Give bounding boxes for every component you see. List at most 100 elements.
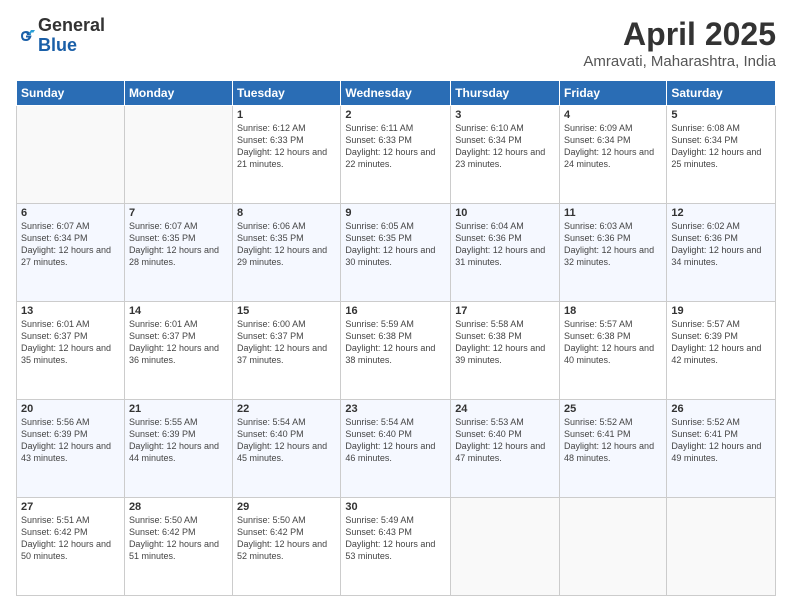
table-row: 8Sunrise: 6:06 AM Sunset: 6:35 PM Daylig…: [233, 204, 341, 302]
table-row: 15Sunrise: 6:00 AM Sunset: 6:37 PM Dayli…: [233, 302, 341, 400]
day-info: Sunrise: 6:03 AM Sunset: 6:36 PM Dayligh…: [564, 220, 662, 269]
table-row: 12Sunrise: 6:02 AM Sunset: 6:36 PM Dayli…: [667, 204, 776, 302]
header: General Blue April 2025 Amravati, Mahara…: [16, 16, 776, 70]
table-row: 20Sunrise: 5:56 AM Sunset: 6:39 PM Dayli…: [17, 400, 125, 498]
table-row: 18Sunrise: 5:57 AM Sunset: 6:38 PM Dayli…: [560, 302, 667, 400]
day-info: Sunrise: 5:56 AM Sunset: 6:39 PM Dayligh…: [21, 416, 120, 465]
table-row: 1Sunrise: 6:12 AM Sunset: 6:33 PM Daylig…: [233, 106, 341, 204]
title-block: April 2025 Amravati, Maharashtra, India: [583, 16, 776, 70]
day-number: 16: [345, 305, 446, 317]
day-number: 18: [564, 305, 662, 317]
day-number: 12: [671, 207, 771, 219]
day-info: Sunrise: 5:59 AM Sunset: 6:38 PM Dayligh…: [345, 318, 446, 367]
table-row: 13Sunrise: 6:01 AM Sunset: 6:37 PM Dayli…: [17, 302, 125, 400]
table-row: [667, 498, 776, 596]
logo-text: General Blue: [38, 16, 105, 56]
logo-blue: Blue: [38, 35, 77, 55]
table-row: [451, 498, 560, 596]
day-info: Sunrise: 5:57 AM Sunset: 6:39 PM Dayligh…: [671, 318, 771, 367]
day-info: Sunrise: 6:10 AM Sunset: 6:34 PM Dayligh…: [455, 122, 555, 171]
day-info: Sunrise: 5:54 AM Sunset: 6:40 PM Dayligh…: [237, 416, 336, 465]
day-info: Sunrise: 5:54 AM Sunset: 6:40 PM Dayligh…: [345, 416, 446, 465]
table-row: 4Sunrise: 6:09 AM Sunset: 6:34 PM Daylig…: [560, 106, 667, 204]
table-row: [17, 106, 125, 204]
week-row-1: 1Sunrise: 6:12 AM Sunset: 6:33 PM Daylig…: [17, 106, 776, 204]
col-friday: Friday: [560, 81, 667, 106]
day-info: Sunrise: 5:55 AM Sunset: 6:39 PM Dayligh…: [129, 416, 228, 465]
day-number: 3: [455, 109, 555, 121]
day-number: 19: [671, 305, 771, 317]
title-month: April 2025: [583, 16, 776, 53]
week-row-5: 27Sunrise: 5:51 AM Sunset: 6:42 PM Dayli…: [17, 498, 776, 596]
col-wednesday: Wednesday: [341, 81, 451, 106]
day-info: Sunrise: 5:51 AM Sunset: 6:42 PM Dayligh…: [21, 514, 120, 563]
table-row: 27Sunrise: 5:51 AM Sunset: 6:42 PM Dayli…: [17, 498, 125, 596]
col-thursday: Thursday: [451, 81, 560, 106]
title-location: Amravati, Maharashtra, India: [583, 53, 776, 70]
table-row: 22Sunrise: 5:54 AM Sunset: 6:40 PM Dayli…: [233, 400, 341, 498]
day-number: 8: [237, 207, 336, 219]
day-number: 13: [21, 305, 120, 317]
table-row: 21Sunrise: 5:55 AM Sunset: 6:39 PM Dayli…: [124, 400, 232, 498]
col-monday: Monday: [124, 81, 232, 106]
day-number: 27: [21, 501, 120, 513]
day-info: Sunrise: 6:00 AM Sunset: 6:37 PM Dayligh…: [237, 318, 336, 367]
table-row: [124, 106, 232, 204]
logo-icon: [16, 26, 36, 46]
day-info: Sunrise: 6:12 AM Sunset: 6:33 PM Dayligh…: [237, 122, 336, 171]
table-row: 10Sunrise: 6:04 AM Sunset: 6:36 PM Dayli…: [451, 204, 560, 302]
day-info: Sunrise: 6:01 AM Sunset: 6:37 PM Dayligh…: [129, 318, 228, 367]
logo: General Blue: [16, 16, 105, 56]
day-number: 7: [129, 207, 228, 219]
day-number: 28: [129, 501, 228, 513]
logo-general: General: [38, 15, 105, 35]
day-info: Sunrise: 6:07 AM Sunset: 6:34 PM Dayligh…: [21, 220, 120, 269]
table-row: 25Sunrise: 5:52 AM Sunset: 6:41 PM Dayli…: [560, 400, 667, 498]
day-number: 2: [345, 109, 446, 121]
day-info: Sunrise: 5:52 AM Sunset: 6:41 PM Dayligh…: [671, 416, 771, 465]
day-number: 14: [129, 305, 228, 317]
day-info: Sunrise: 6:06 AM Sunset: 6:35 PM Dayligh…: [237, 220, 336, 269]
week-row-3: 13Sunrise: 6:01 AM Sunset: 6:37 PM Dayli…: [17, 302, 776, 400]
day-info: Sunrise: 5:52 AM Sunset: 6:41 PM Dayligh…: [564, 416, 662, 465]
table-row: 24Sunrise: 5:53 AM Sunset: 6:40 PM Dayli…: [451, 400, 560, 498]
day-number: 10: [455, 207, 555, 219]
day-number: 17: [455, 305, 555, 317]
col-tuesday: Tuesday: [233, 81, 341, 106]
col-saturday: Saturday: [667, 81, 776, 106]
table-row: 9Sunrise: 6:05 AM Sunset: 6:35 PM Daylig…: [341, 204, 451, 302]
table-row: 5Sunrise: 6:08 AM Sunset: 6:34 PM Daylig…: [667, 106, 776, 204]
day-number: 11: [564, 207, 662, 219]
table-row: 2Sunrise: 6:11 AM Sunset: 6:33 PM Daylig…: [341, 106, 451, 204]
day-number: 15: [237, 305, 336, 317]
day-info: Sunrise: 6:09 AM Sunset: 6:34 PM Dayligh…: [564, 122, 662, 171]
day-info: Sunrise: 5:57 AM Sunset: 6:38 PM Dayligh…: [564, 318, 662, 367]
week-row-4: 20Sunrise: 5:56 AM Sunset: 6:39 PM Dayli…: [17, 400, 776, 498]
day-info: Sunrise: 6:05 AM Sunset: 6:35 PM Dayligh…: [345, 220, 446, 269]
table-row: 19Sunrise: 5:57 AM Sunset: 6:39 PM Dayli…: [667, 302, 776, 400]
table-row: 11Sunrise: 6:03 AM Sunset: 6:36 PM Dayli…: [560, 204, 667, 302]
day-info: Sunrise: 6:01 AM Sunset: 6:37 PM Dayligh…: [21, 318, 120, 367]
table-row: 3Sunrise: 6:10 AM Sunset: 6:34 PM Daylig…: [451, 106, 560, 204]
table-row: 17Sunrise: 5:58 AM Sunset: 6:38 PM Dayli…: [451, 302, 560, 400]
day-info: Sunrise: 5:49 AM Sunset: 6:43 PM Dayligh…: [345, 514, 446, 563]
day-number: 24: [455, 403, 555, 415]
day-number: 30: [345, 501, 446, 513]
day-number: 1: [237, 109, 336, 121]
day-number: 20: [21, 403, 120, 415]
day-number: 23: [345, 403, 446, 415]
day-info: Sunrise: 6:11 AM Sunset: 6:33 PM Dayligh…: [345, 122, 446, 171]
day-number: 4: [564, 109, 662, 121]
day-info: Sunrise: 5:58 AM Sunset: 6:38 PM Dayligh…: [455, 318, 555, 367]
day-number: 26: [671, 403, 771, 415]
table-row: 23Sunrise: 5:54 AM Sunset: 6:40 PM Dayli…: [341, 400, 451, 498]
table-row: [560, 498, 667, 596]
table-row: 6Sunrise: 6:07 AM Sunset: 6:34 PM Daylig…: [17, 204, 125, 302]
page: General Blue April 2025 Amravati, Mahara…: [0, 0, 792, 612]
day-number: 22: [237, 403, 336, 415]
table-row: 30Sunrise: 5:49 AM Sunset: 6:43 PM Dayli…: [341, 498, 451, 596]
day-number: 5: [671, 109, 771, 121]
day-number: 6: [21, 207, 120, 219]
day-info: Sunrise: 5:53 AM Sunset: 6:40 PM Dayligh…: [455, 416, 555, 465]
table-row: 7Sunrise: 6:07 AM Sunset: 6:35 PM Daylig…: [124, 204, 232, 302]
